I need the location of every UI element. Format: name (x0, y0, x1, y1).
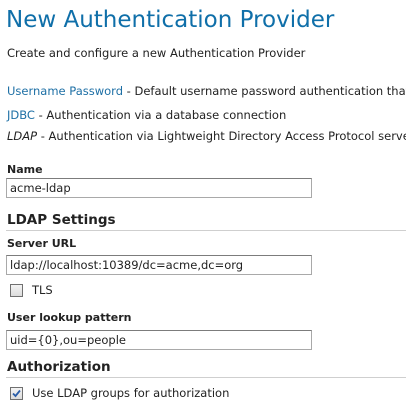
tls-checkbox[interactable] (10, 283, 23, 297)
new-auth-provider-page: New Authentication Provider Create and c… (0, 0, 406, 414)
provider-option-jdbc: JDBC - Authentication via a database con… (7, 107, 286, 123)
provider-option-username-password: Username Password - Default username pas… (7, 83, 406, 99)
name-label: Name (7, 163, 43, 176)
authorization-heading: Authorization (7, 359, 111, 375)
user-lookup-pattern-label: User lookup pattern (7, 311, 132, 324)
server-url-label: Server URL (7, 237, 77, 250)
ldap-settings-divider (6, 230, 406, 231)
page-subtitle: Create and configure a new Authenticatio… (7, 46, 306, 60)
jdbc-description: - Authentication via a database connecti… (34, 108, 287, 122)
server-url-input[interactable] (6, 255, 312, 275)
jdbc-link[interactable]: JDBC (7, 108, 35, 122)
page-title: New Authentication Provider (6, 7, 335, 33)
ldap-current-provider: LDAP (7, 129, 38, 143)
checkmark-icon (12, 389, 21, 397)
username-password-description: - Default username password authenticati… (123, 84, 406, 98)
name-input[interactable] (6, 178, 312, 198)
authorization-divider (6, 377, 406, 378)
use-ldap-groups-option: Use LDAP groups for authorization (10, 385, 229, 401)
username-password-link[interactable]: Username Password (7, 84, 123, 98)
provider-option-ldap: LDAP - Authentication via Lightweight Di… (7, 128, 406, 144)
tls-option: TLS (10, 282, 53, 298)
ldap-description: - Authentication via Lightweight Directo… (37, 129, 406, 143)
user-lookup-pattern-input[interactable] (6, 330, 312, 350)
tls-label: TLS (32, 283, 53, 297)
use-ldap-groups-checkbox[interactable] (10, 386, 23, 400)
ldap-settings-heading: LDAP Settings (7, 212, 116, 228)
use-ldap-groups-label: Use LDAP groups for authorization (32, 386, 230, 400)
